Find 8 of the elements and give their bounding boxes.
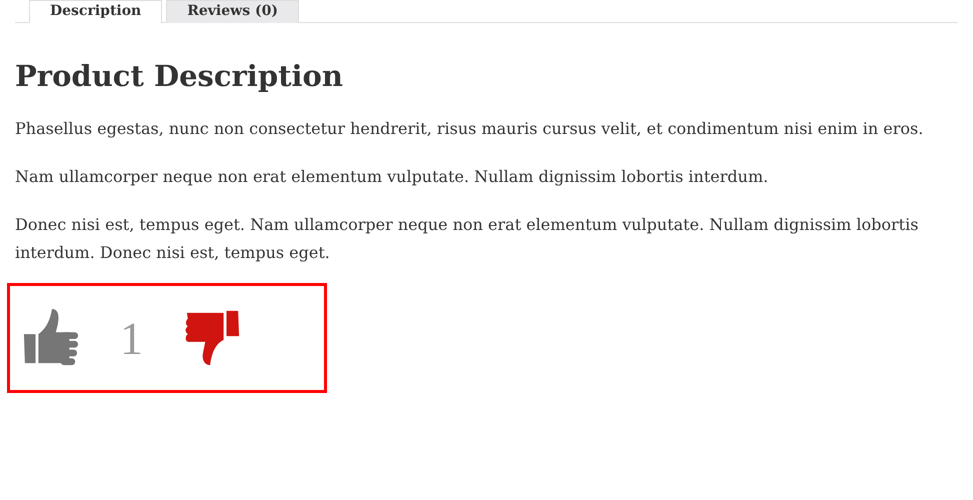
- description-paragraph: Donec nisi est, tempus eget. Nam ullamcorper neque non erat elementum vulputate. Nullam dignissim lobortis interdum. Donec nisi est, tempus eget.: [15, 214, 920, 264]
- thumbs-down-icon[interactable]: [183, 308, 241, 368]
- vote-count: 1: [120, 312, 143, 364]
- description-paragraph: Phasellus egestas, nunc non consectetur hendrerit, risus mauris cursus velit, et condimentum nisi enim in eros.: [15, 118, 924, 140]
- tab[interactable]: Description: [29, 0, 162, 23]
- section-heading: Product Description: [15, 59, 344, 93]
- tab[interactable]: Reviews (0): [166, 0, 299, 23]
- description-paragraph: Nam ullamcorper neque non erat elementum vulputate. Nullam dignissim lobortis interdum.: [15, 166, 770, 188]
